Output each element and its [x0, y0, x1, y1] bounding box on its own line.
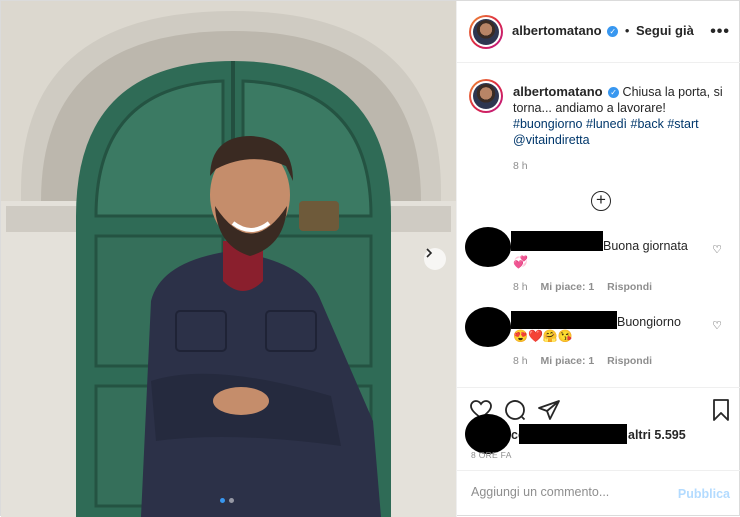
comment-emoji: 💞	[513, 255, 528, 269]
username-link[interactable]: albertomatano	[512, 23, 602, 38]
carousel-dot	[229, 498, 234, 503]
following-button[interactable]: Segui già	[636, 23, 694, 38]
like-comment-icon[interactable]: ♡	[712, 243, 722, 256]
carousel-next-button[interactable]	[424, 248, 446, 270]
reply-button[interactable]: Rispondi	[607, 281, 652, 293]
redacted-username	[511, 311, 617, 329]
load-more-comments-button[interactable]: +	[591, 191, 611, 211]
carousel-dot-active	[220, 498, 225, 503]
hashtag-link[interactable]: #back	[631, 117, 664, 131]
likes-count[interactable]: altri 5.595	[628, 428, 686, 442]
redacted-liker-avatar	[465, 414, 511, 454]
reply-button[interactable]: Rispondi	[607, 355, 652, 367]
like-comment-icon[interactable]: ♡	[712, 319, 722, 332]
carousel-indicator	[220, 498, 234, 503]
redacted-avatar	[465, 307, 511, 347]
avatar[interactable]	[469, 15, 503, 49]
post-caption: albertomatano ✓ Chiusa la porta, si torn…	[513, 84, 733, 174]
chevron-right-icon	[426, 248, 433, 258]
caption-avatar[interactable]	[469, 79, 503, 113]
more-horizontal-icon[interactable]: •••	[710, 23, 730, 41]
share-send-icon[interactable]	[537, 398, 561, 422]
header-user-line: albertomatano ✓ • Segui già	[512, 23, 694, 38]
caption-username-link[interactable]: albertomatano	[513, 84, 603, 99]
photo-illustration	[1, 1, 456, 517]
mention-link[interactable]: @vitaindiretta	[513, 133, 590, 147]
separator: •	[624, 23, 630, 38]
hashtag-link[interactable]: #start	[667, 117, 698, 131]
comment-bubble-icon[interactable]	[503, 398, 527, 422]
comment-composer: Pubblica	[457, 470, 740, 517]
post-photo[interactable]	[1, 1, 456, 517]
redacted-username	[511, 231, 603, 251]
comment-text: Buona giornata	[603, 239, 688, 253]
hashtag-link[interactable]: #lunedì	[586, 117, 627, 131]
redacted-avatar	[465, 227, 511, 267]
post-header: albertomatano ✓ • Segui già •••	[457, 1, 740, 63]
verified-icon: ✓	[607, 26, 619, 38]
comment-likes[interactable]: Mi piace: 1	[541, 281, 595, 293]
comment-meta: 8 h Mi piace: 1 Rispondi	[513, 355, 662, 367]
publish-button[interactable]: Pubblica	[678, 487, 730, 501]
comment-timestamp: 8 h	[513, 355, 528, 367]
hashtag-link[interactable]: #buongiorno	[513, 117, 583, 131]
redacted-liker-name	[519, 424, 627, 444]
comment-text: Buongiorno	[617, 315, 681, 329]
comment-input[interactable]	[471, 485, 671, 499]
save-bookmark-icon[interactable]	[709, 398, 733, 422]
post-details-panel: albertomatano ✓ • Segui già ••• albertom…	[456, 1, 740, 517]
comment-meta: 8 h Mi piace: 1 Rispondi	[513, 281, 662, 293]
verified-icon: ✓	[608, 87, 620, 99]
comment-timestamp: 8 h	[513, 281, 528, 293]
caption-timestamp: 8 h	[513, 160, 528, 172]
post-timestamp[interactable]: 8 ORE FA	[471, 450, 512, 460]
post-modal: albertomatano ✓ • Segui già ••• albertom…	[0, 0, 740, 517]
comment-likes[interactable]: Mi piace: 1	[541, 355, 595, 367]
comment-emoji: 😍❤️🤗😘	[513, 329, 573, 343]
